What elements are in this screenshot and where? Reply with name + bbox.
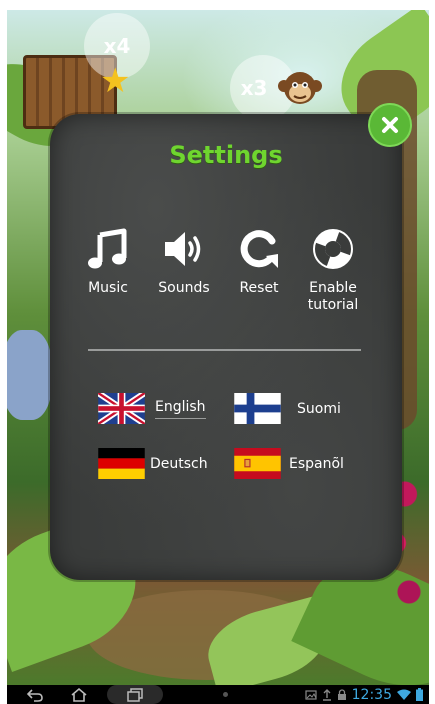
uk-flag-icon bbox=[98, 393, 145, 424]
deutsch-label: Deutsch bbox=[150, 455, 208, 472]
enable-tutorial-button[interactable]: Enable tutorial bbox=[293, 226, 373, 314]
system-nav-bar: 12:35 bbox=[7, 685, 429, 704]
star-icon: ★ bbox=[100, 61, 131, 101]
music-note-icon bbox=[88, 228, 127, 269]
divider bbox=[88, 349, 361, 351]
enable-tutorial-label: Enable tutorial bbox=[307, 280, 359, 313]
wifi-icon bbox=[397, 689, 411, 700]
language-espanol[interactable]: Espanõl bbox=[234, 448, 344, 479]
lock-icon bbox=[337, 688, 346, 700]
germany-flag-icon bbox=[98, 448, 145, 479]
reset-button[interactable]: Reset bbox=[219, 226, 299, 297]
upload-icon bbox=[322, 688, 331, 701]
espanol-label: Espanõl bbox=[289, 455, 344, 472]
reset-label: Reset bbox=[239, 280, 279, 296]
lifebuoy-icon bbox=[313, 229, 353, 269]
dialog-title: Settings bbox=[169, 141, 283, 169]
language-english[interactable]: English bbox=[98, 393, 206, 424]
status-area: 12:35 bbox=[305, 685, 423, 704]
settings-dialog bbox=[50, 114, 402, 580]
clock: 12:35 bbox=[351, 686, 392, 703]
sounds-label: Sounds bbox=[158, 280, 210, 296]
menu-dot bbox=[223, 692, 228, 697]
back-button[interactable] bbox=[15, 685, 55, 704]
monkey-icon bbox=[278, 72, 322, 104]
star-multiplier-text: x4 bbox=[103, 34, 131, 58]
screenshot-icon bbox=[305, 689, 317, 700]
battery-icon bbox=[416, 688, 423, 701]
music-label: Music bbox=[88, 280, 128, 296]
language-suomi[interactable]: Suomi bbox=[234, 393, 341, 424]
finland-flag-icon bbox=[234, 393, 281, 424]
monkey-multiplier-text: x3 bbox=[240, 76, 268, 100]
reset-icon bbox=[240, 230, 278, 268]
spain-flag-icon bbox=[234, 448, 281, 479]
suomi-label: Suomi bbox=[297, 400, 341, 417]
sounds-button[interactable]: Sounds bbox=[144, 226, 224, 297]
game-screen: x4 ★ x3 Settings Music Sounds Reset Enab… bbox=[0, 0, 435, 704]
recent-apps-icon bbox=[127, 687, 143, 702]
language-deutsch[interactable]: Deutsch bbox=[98, 448, 208, 479]
home-button[interactable] bbox=[59, 685, 99, 704]
speaker-icon bbox=[165, 232, 201, 266]
close-icon bbox=[382, 117, 398, 133]
english-label: English bbox=[155, 399, 206, 419]
back-icon bbox=[26, 688, 43, 702]
home-icon bbox=[71, 687, 87, 702]
music-button[interactable]: Music bbox=[68, 226, 148, 297]
recent-apps-button[interactable] bbox=[107, 685, 163, 704]
